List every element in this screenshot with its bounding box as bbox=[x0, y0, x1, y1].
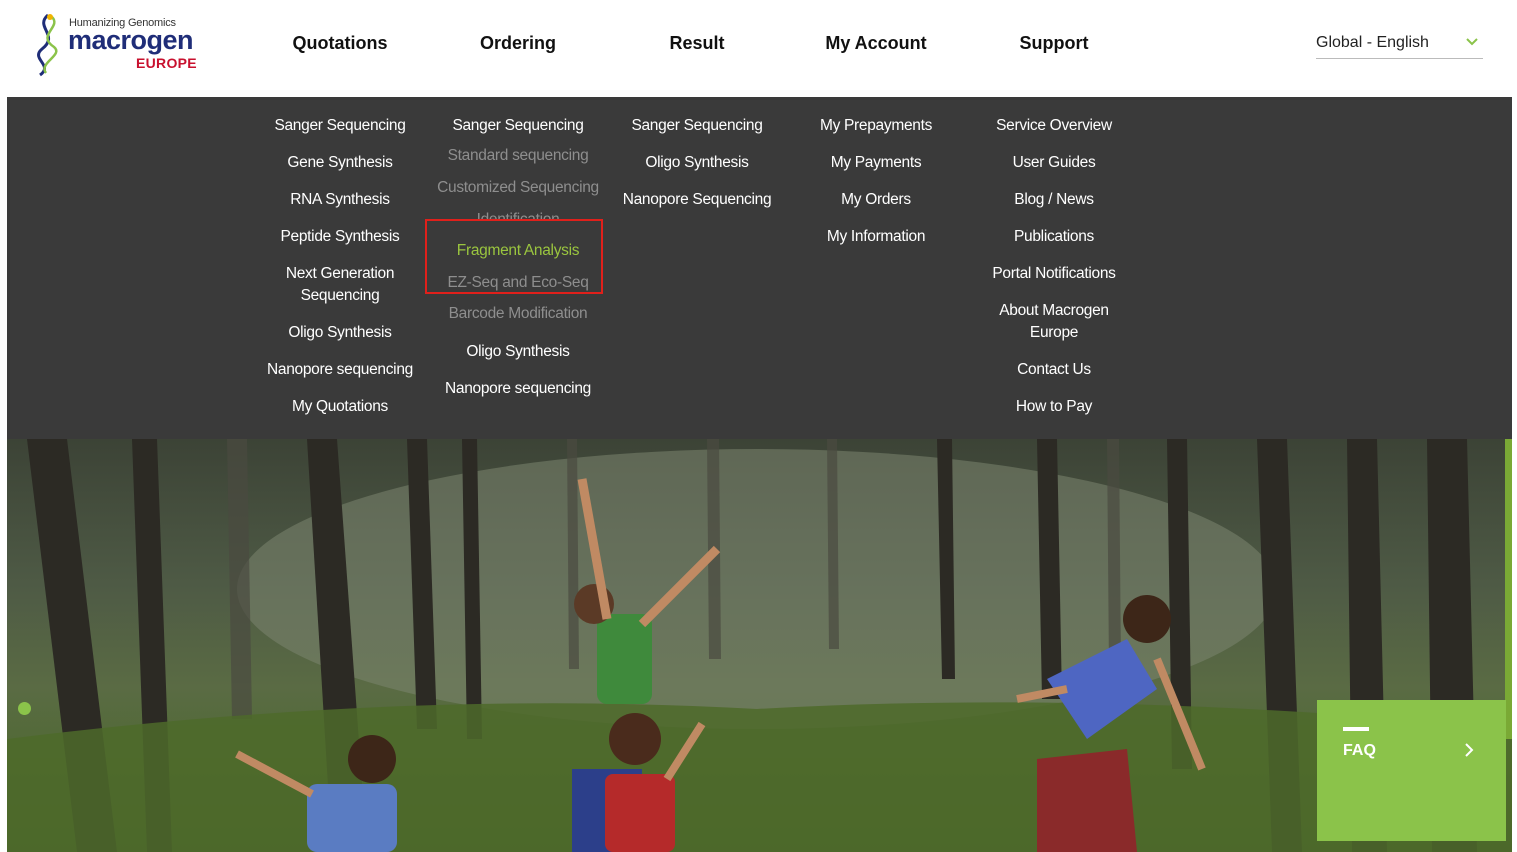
menu-item-publications[interactable]: Publications bbox=[964, 226, 1144, 248]
menu-item-service-overview[interactable]: Service Overview bbox=[964, 115, 1144, 137]
menu-item-my-payments[interactable]: My Payments bbox=[786, 152, 966, 174]
menu-item-identification[interactable]: Identification bbox=[428, 209, 608, 219]
menu-item-quotation-sanger[interactable]: Sanger Sequencing bbox=[250, 115, 430, 137]
highlight-annotation-box bbox=[425, 219, 603, 294]
menu-item-my-prepayments[interactable]: My Prepayments bbox=[786, 115, 966, 137]
language-selector[interactable]: Global - English bbox=[1316, 34, 1483, 59]
menu-item-quotation-ngs-line2[interactable]: Sequencing bbox=[250, 285, 430, 307]
chevron-down-icon bbox=[1466, 38, 1478, 46]
menu-item-result-oligo[interactable]: Oligo Synthesis bbox=[607, 152, 787, 174]
menu-item-user-guides[interactable]: User Guides bbox=[964, 152, 1144, 174]
menu-item-customized-sequencing[interactable]: Customized Sequencing bbox=[428, 177, 608, 199]
menu-item-result-sanger[interactable]: Sanger Sequencing bbox=[607, 115, 787, 137]
language-label: Global - English bbox=[1316, 34, 1429, 51]
menu-item-blog-news[interactable]: Blog / News bbox=[964, 189, 1144, 211]
macrogen-logo[interactable]: Humanizing Genomics macrogen EUROPE bbox=[32, 13, 202, 77]
menu-item-quotation-nanopore[interactable]: Nanopore sequencing bbox=[250, 359, 430, 381]
nav-ordering[interactable]: Ordering bbox=[433, 33, 603, 54]
menu-item-portal-notifications[interactable]: Portal Notifications bbox=[964, 263, 1144, 285]
menu-item-ordering-oligo[interactable]: Oligo Synthesis bbox=[428, 341, 608, 363]
chevron-right-icon bbox=[1465, 743, 1474, 757]
menu-item-quotation-peptide-synthesis[interactable]: Peptide Synthesis bbox=[250, 226, 430, 248]
menu-item-barcode-modification[interactable]: Barcode Modification bbox=[428, 303, 608, 325]
site-header: Humanizing Genomics macrogen EUROPE Quot… bbox=[0, 0, 1517, 97]
slide-indicator-dot[interactable] bbox=[18, 702, 31, 715]
forest-children-illustration bbox=[7, 439, 1512, 852]
mega-menu: Sanger Sequencing Gene Synthesis RNA Syn… bbox=[7, 97, 1512, 439]
menu-item-ordering-nanopore[interactable]: Nanopore sequencing bbox=[428, 378, 608, 400]
faq-label: FAQ bbox=[1343, 742, 1376, 759]
dna-helix-icon bbox=[37, 13, 58, 77]
logo-wordmark: macrogen bbox=[68, 25, 194, 55]
menu-item-standard-sequencing[interactable]: Standard sequencing bbox=[428, 145, 608, 167]
faq-button[interactable]: FAQ bbox=[1317, 700, 1506, 841]
menu-item-quotation-rna-synthesis[interactable]: RNA Synthesis bbox=[250, 189, 430, 211]
menu-item-my-orders[interactable]: My Orders bbox=[786, 189, 966, 211]
nav-support[interactable]: Support bbox=[969, 33, 1139, 54]
menu-item-contact-us[interactable]: Contact Us bbox=[964, 359, 1144, 381]
menu-item-ordering-sanger[interactable]: Sanger Sequencing bbox=[428, 115, 608, 137]
menu-item-my-quotations[interactable]: My Quotations bbox=[250, 396, 430, 418]
menu-item-my-information[interactable]: My Information bbox=[786, 226, 966, 248]
menu-item-result-nanopore[interactable]: Nanopore Sequencing bbox=[607, 189, 787, 211]
nav-my-account[interactable]: My Account bbox=[791, 33, 961, 54]
menu-item-quotation-oligo[interactable]: Oligo Synthesis bbox=[250, 322, 430, 344]
hero-banner-image bbox=[7, 439, 1512, 852]
menu-item-quotation-ngs-line1[interactable]: Next Generation bbox=[250, 263, 430, 285]
menu-item-about-line2[interactable]: Europe bbox=[964, 322, 1144, 344]
nav-quotations[interactable]: Quotations bbox=[255, 33, 425, 54]
hero-side-accent bbox=[1505, 439, 1512, 739]
nav-result[interactable]: Result bbox=[612, 33, 782, 54]
menu-item-quotation-gene-synthesis[interactable]: Gene Synthesis bbox=[250, 152, 430, 174]
menu-item-about-line1[interactable]: About Macrogen bbox=[964, 300, 1144, 322]
logo-region: EUROPE bbox=[136, 55, 197, 71]
faq-bar-icon bbox=[1343, 727, 1369, 731]
menu-item-how-to-pay[interactable]: How to Pay bbox=[964, 396, 1144, 418]
